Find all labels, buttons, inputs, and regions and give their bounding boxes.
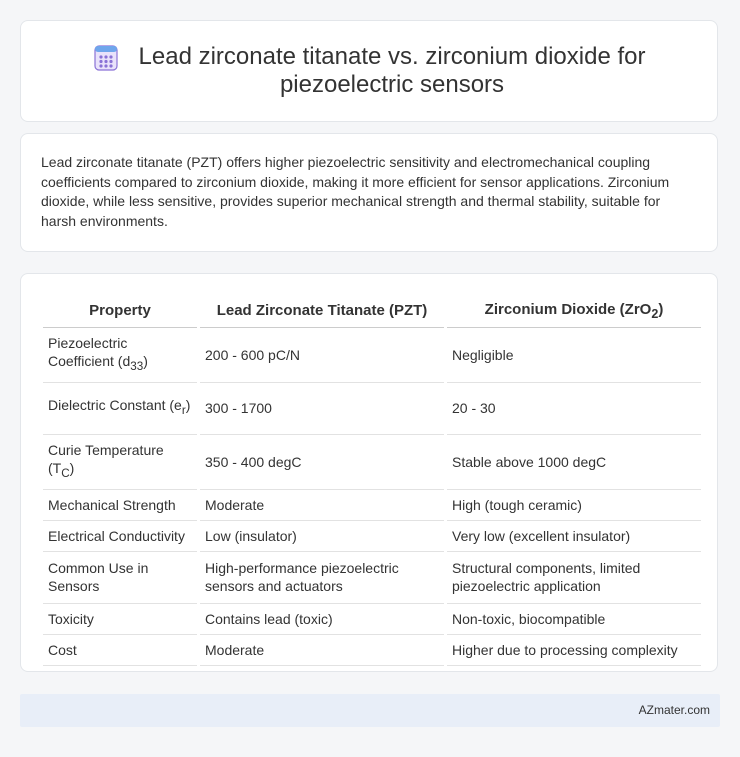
cell-pzt: Low (insulator) xyxy=(200,521,444,552)
summary-card: Lead zirconate titanate (PZT) offers hig… xyxy=(20,133,718,252)
cell-property: Piezoelectric Coefficient (d33) xyxy=(43,328,197,383)
title-wrap: Lead zirconate titanate vs. zirconium di… xyxy=(93,43,646,99)
table-header-row: Property Lead Zirconate Titanate (PZT) Z… xyxy=(43,292,701,328)
cell-property-main: Dielectric Constant (e xyxy=(48,397,182,414)
cell-property-close: ) xyxy=(143,353,148,369)
cell-property: Electrical Conductivity xyxy=(43,521,197,552)
table-row: Dielectric Constant (er) 300 - 1700 20 -… xyxy=(43,383,701,435)
cell-property-close: ) xyxy=(69,459,75,476)
cell-zro2: Very low (excellent insulator) xyxy=(447,521,701,552)
comparison-table: Property Lead Zirconate Titanate (PZT) Z… xyxy=(40,292,704,666)
cell-pzt: Contains lead (toxic) xyxy=(200,604,444,635)
cell-property: Dielectric Constant (er) xyxy=(43,383,197,435)
comparison-table-card: Property Lead Zirconate Titanate (PZT) Z… xyxy=(20,273,718,672)
cell-zro2: Non-toxic, biocompatible xyxy=(447,604,701,635)
table-row: Mechanical Strength Moderate High (tough… xyxy=(43,490,701,521)
page-title-line-2: piezoelectric sensors xyxy=(279,71,505,98)
cell-zro2: Higher due to processing complexity xyxy=(447,635,701,666)
title-card: Lead zirconate titanate vs. zirconium di… xyxy=(20,20,718,122)
page-title-line-1: Lead zirconate titanate vs. zirconium di… xyxy=(138,43,646,70)
cell-zro2: Structural components, limited piezoelec… xyxy=(447,552,701,604)
table-row: Toxicity Contains lead (toxic) Non-toxic… xyxy=(43,604,701,635)
cell-zro2: 20 - 30 xyxy=(447,383,701,435)
table-row: Cost Moderate Higher due to processing c… xyxy=(43,635,701,666)
cell-property-main: Piezoelectric Coefficient (d xyxy=(48,335,131,369)
header-zro2: Zirconium Dioxide (ZrO2) xyxy=(447,292,701,328)
cell-property: Cost xyxy=(43,635,197,666)
page-title: Lead zirconate titanate vs. zirconium di… xyxy=(139,43,646,99)
footer-brand-link[interactable]: AZmater.com xyxy=(639,703,710,717)
cell-pzt: Moderate xyxy=(200,635,444,666)
calculator-icon xyxy=(93,45,118,71)
cell-pzt: Moderate xyxy=(200,490,444,521)
cell-pzt: High-performance piezoelectric sensors a… xyxy=(200,552,444,604)
cell-pzt: 200 - 600 pC/N xyxy=(200,328,444,383)
cell-property-sub: 33 xyxy=(130,359,144,373)
cell-property: Common Use in Sensors xyxy=(43,552,197,604)
header-pzt: Lead Zirconate Titanate (PZT) xyxy=(200,292,444,328)
cell-property: Toxicity xyxy=(43,604,197,635)
header-zro2-main: Zirconium Dioxide (ZrO xyxy=(484,300,652,318)
table-row: Piezoelectric Coefficient (d33) 200 - 60… xyxy=(43,328,701,383)
cell-zro2: High (tough ceramic) xyxy=(447,490,701,521)
cell-property: Mechanical Strength xyxy=(43,490,197,521)
header-property: Property xyxy=(43,292,197,328)
cell-property-sub: C xyxy=(61,466,70,480)
footer: AZmater.com xyxy=(20,694,720,727)
header-zro2-close: ) xyxy=(658,300,664,318)
cell-property-close: ) xyxy=(185,397,191,414)
cell-pzt: 350 - 400 degC xyxy=(200,435,444,490)
summary-text: Lead zirconate titanate (PZT) offers hig… xyxy=(41,154,670,229)
cell-property: Curie Temperature (TC) xyxy=(43,435,197,490)
table-row: Common Use in Sensors High-performance p… xyxy=(43,552,701,604)
cell-zro2: Negligible xyxy=(447,328,701,383)
table-row: Electrical Conductivity Low (insulator) … xyxy=(43,521,701,552)
table-row: Curie Temperature (TC) 350 - 400 degC St… xyxy=(43,435,701,490)
cell-zro2: Stable above 1000 degC xyxy=(447,435,701,490)
cell-pzt: 300 - 1700 xyxy=(200,383,444,435)
